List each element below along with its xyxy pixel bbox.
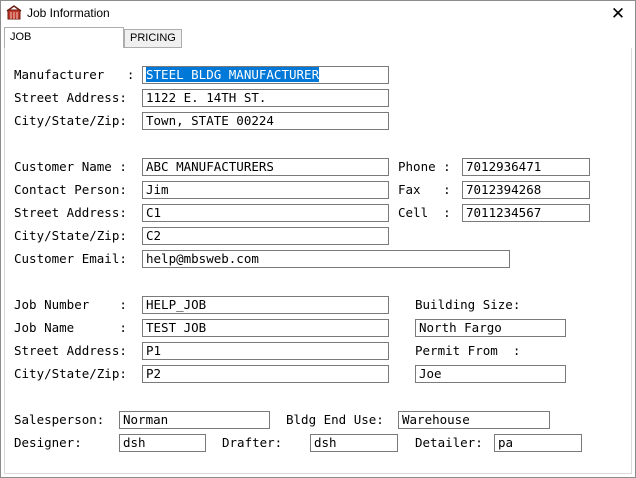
detailer-field[interactable]: pa	[494, 434, 582, 452]
detailer-label: Detailer:	[415, 435, 483, 450]
customer-street-field[interactable]: C1	[142, 204, 389, 222]
phone-label: Phone :	[398, 159, 451, 174]
fax-field[interactable]: 7012394268	[462, 181, 590, 199]
tab-pricing[interactable]: PRICING	[124, 29, 182, 48]
tab-strip: JOB IDENTIFICATION PRICING	[4, 27, 632, 62]
building-size-field[interactable]: North Fargo	[415, 319, 566, 337]
job-name-label: Job Name :	[14, 320, 127, 335]
window-title: Job Information	[27, 6, 110, 20]
designer-label: Designer:	[14, 435, 82, 450]
close-button[interactable]: ✕	[601, 1, 635, 26]
customer-name-label: Customer Name :	[14, 159, 127, 174]
designer-field[interactable]: dsh	[119, 434, 206, 452]
job-information-window: Job Information ✕ JOB IDENTIFICATION PRI…	[0, 0, 636, 478]
cell-label: Cell :	[398, 205, 451, 220]
customer-street-label: Street Address:	[14, 205, 127, 220]
permit-from-field[interactable]: Joe	[415, 365, 566, 383]
permit-from-label: Permit From :	[415, 343, 521, 358]
job-number-field[interactable]: HELP_JOB	[142, 296, 389, 314]
drafter-label: Drafter:	[222, 435, 283, 450]
manufacturer-label: Manufacturer :	[14, 67, 135, 82]
job-street-field[interactable]: P1	[142, 342, 389, 360]
job-name-field[interactable]: TEST JOB	[142, 319, 389, 337]
salesperson-label: Salesperson:	[14, 412, 105, 427]
cell-field[interactable]: 7011234567	[462, 204, 590, 222]
job-csz-label: City/State/Zip:	[14, 366, 127, 381]
job-csz-field[interactable]: P2	[142, 365, 389, 383]
contact-person-field[interactable]: Jim	[142, 181, 389, 199]
manufacturer-csz-label: City/State/Zip:	[14, 113, 127, 128]
customer-name-field[interactable]: ABC MANUFACTURERS	[142, 158, 389, 176]
customer-email-field[interactable]: help@mbsweb.com	[142, 250, 510, 268]
job-street-label: Street Address:	[14, 343, 127, 358]
customer-csz-field[interactable]: C2	[142, 227, 389, 245]
customer-csz-label: City/State/Zip:	[14, 228, 127, 243]
customer-email-label: Customer Email:	[14, 251, 127, 266]
title-bar: Job Information ✕	[1, 1, 635, 26]
job-identification-panel: Manufacturer : STEEL BLDG MANUFACTURER S…	[4, 48, 632, 474]
job-info-app-icon	[6, 5, 22, 20]
contact-person-label: Contact Person:	[14, 182, 127, 197]
salesperson-field[interactable]: Norman	[119, 411, 270, 429]
close-icon: ✕	[610, 4, 626, 23]
manufacturer-street-field[interactable]: 1122 E. 14TH ST.	[142, 89, 389, 107]
fax-label: Fax :	[398, 182, 451, 197]
manufacturer-field[interactable]: STEEL BLDG MANUFACTURER	[142, 66, 389, 84]
manufacturer-value: STEEL BLDG MANUFACTURER	[146, 67, 320, 82]
tab-job-identification[interactable]: JOB IDENTIFICATION	[4, 27, 124, 62]
bldg-end-use-field[interactable]: Warehouse	[398, 411, 550, 429]
bldg-end-use-label: Bldg End Use:	[286, 412, 384, 427]
phone-field[interactable]: 7012936471	[462, 158, 590, 176]
manufacturer-street-label: Street Address:	[14, 90, 127, 105]
manufacturer-csz-field[interactable]: Town, STATE 00224	[142, 112, 389, 130]
job-number-label: Job Number :	[14, 297, 127, 312]
building-size-label: Building Size:	[415, 297, 521, 312]
drafter-field[interactable]: dsh	[310, 434, 398, 452]
